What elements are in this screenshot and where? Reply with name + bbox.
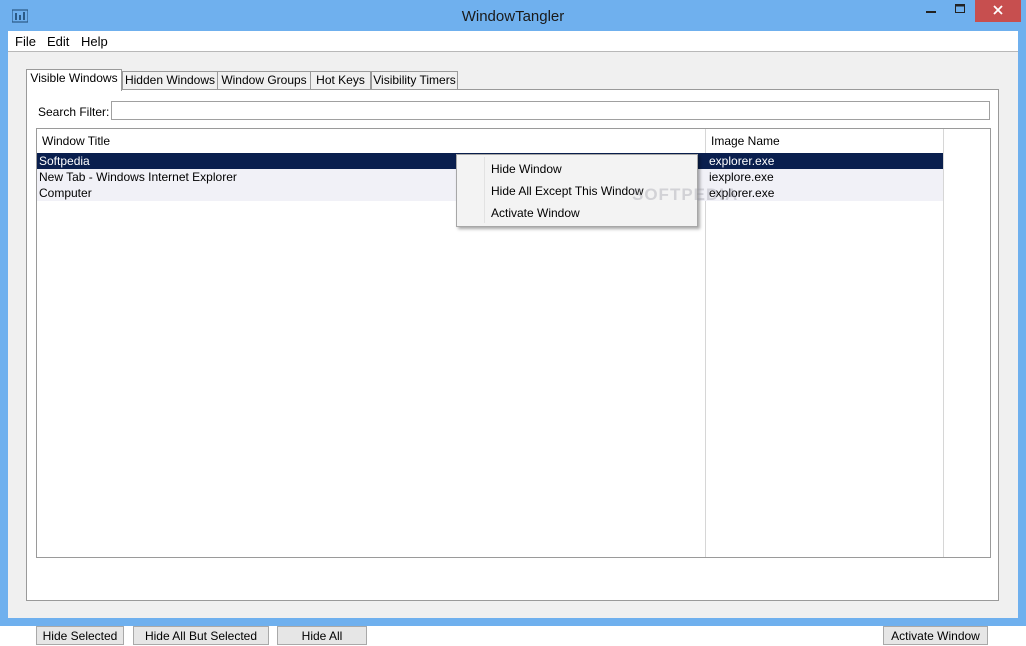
column-divider[interactable] xyxy=(943,129,944,557)
context-hide-window[interactable]: Hide Window xyxy=(491,162,562,176)
search-input[interactable] xyxy=(111,101,990,120)
search-filter-label: Search Filter: xyxy=(38,105,110,119)
menu-bar: File Edit Help xyxy=(8,31,1018,52)
tab-hidden-windows[interactable]: Hidden Windows xyxy=(122,71,218,89)
close-button[interactable] xyxy=(975,0,1021,22)
watermark: SOFTPEDIA xyxy=(632,185,739,204)
hide-selected-button[interactable]: Hide Selected xyxy=(36,626,124,645)
close-icon xyxy=(993,5,1003,15)
tab-visibility-timers[interactable]: Visibility Timers xyxy=(371,71,458,89)
hide-all-but-selected-button[interactable]: Hide All But Selected xyxy=(133,626,269,645)
context-menu-divider xyxy=(484,157,485,223)
title-bar[interactable]: WindowTangler xyxy=(0,0,1026,32)
cell-image-name: explorer.exe xyxy=(709,154,775,168)
activate-window-button[interactable]: Activate Window xyxy=(883,626,988,645)
tab-visible-windows[interactable]: Visible Windows xyxy=(26,69,122,91)
menu-help[interactable]: Help xyxy=(81,34,108,49)
maximize-icon xyxy=(955,4,965,13)
menu-edit[interactable]: Edit xyxy=(47,34,69,49)
list-header: Window Title Image Name xyxy=(37,129,990,153)
column-image-name[interactable]: Image Name xyxy=(711,129,780,153)
tab-hot-keys[interactable]: Hot Keys xyxy=(310,71,371,89)
cell-window-title: Computer xyxy=(39,186,92,200)
cell-image-name: iexplore.exe xyxy=(709,170,774,184)
cell-window-title: Softpedia xyxy=(39,154,90,168)
tab-window-groups[interactable]: Window Groups xyxy=(217,71,311,89)
client-area: File Edit Help Visible Windows Hidden Wi… xyxy=(8,31,1018,645)
minimize-button[interactable] xyxy=(916,0,946,22)
column-window-title[interactable]: Window Title xyxy=(42,129,110,153)
window-title: WindowTangler xyxy=(461,8,565,25)
cell-window-title: New Tab - Windows Internet Explorer xyxy=(39,170,237,184)
context-activate-window[interactable]: Activate Window xyxy=(491,206,580,220)
maximize-button[interactable] xyxy=(946,0,974,22)
app-window: WindowTangler File Edit Help Visible Win… xyxy=(0,0,1026,645)
hide-all-button[interactable]: Hide All xyxy=(277,626,367,645)
context-hide-all-except[interactable]: Hide All Except This Window xyxy=(491,184,644,198)
menu-file[interactable]: File xyxy=(15,34,36,49)
minimize-icon xyxy=(926,11,936,13)
